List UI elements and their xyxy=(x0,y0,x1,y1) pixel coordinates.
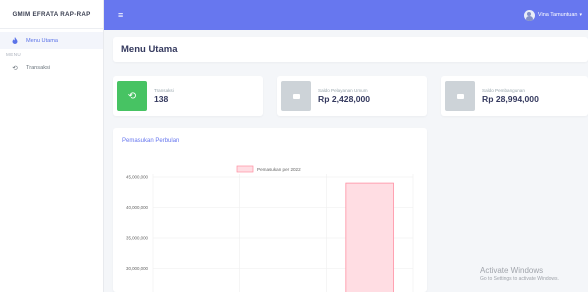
legend-swatch xyxy=(236,165,254,173)
stat-value: 138 xyxy=(154,94,169,104)
sidebar: GMIM EFRATA RAP-RAP Menu Utama MENU ⟲ Tr… xyxy=(0,0,104,292)
brand-name[interactable]: GMIM EFRATA RAP-RAP xyxy=(0,0,103,29)
avatar xyxy=(523,9,535,21)
page-title: Menu Utama xyxy=(121,44,178,55)
hamburger-icon[interactable]: ≡ xyxy=(118,10,123,20)
fire-icon xyxy=(10,37,20,44)
watermark-title: Activate Windows xyxy=(480,266,544,275)
sidebar-section-heading: MENU xyxy=(6,52,22,57)
page-header: Menu Utama xyxy=(113,37,588,62)
bar xyxy=(345,182,394,292)
history-icon: ⟲ xyxy=(117,81,147,111)
income-bar-chart: Pemasukan per 2022 45,000,000 40,000,000 35… xyxy=(126,165,414,292)
chart-card: Pemasukan Perbulan Pemasukan per 2022 45,… xyxy=(113,128,427,292)
stat-label: Saldo Pelayanan Umum xyxy=(318,88,368,93)
top-navbar: ≡ Vina Tamuntuan ▾ xyxy=(104,0,588,30)
activate-windows-watermark: Activate Windows Go to Settings to activ… xyxy=(480,266,559,282)
user-dropdown[interactable]: Vina Tamuntuan ▾ xyxy=(523,9,582,21)
sidebar-item-transaksi[interactable]: ⟲ Transaksi xyxy=(0,59,103,76)
stat-value: Rp 28,994,000 xyxy=(482,94,539,104)
y-tick-label: 30,000,000 xyxy=(126,266,149,271)
sidebar-item-menu-utama[interactable]: Menu Utama xyxy=(0,32,103,49)
watermark-subtitle: Go to Settings to activate Windows. xyxy=(480,276,559,282)
history-icon: ⟲ xyxy=(12,64,18,72)
sidebar-item-label: Menu Utama xyxy=(26,37,59,44)
stat-label: Saldo Pembangunan xyxy=(482,88,525,93)
sidebar-item-label: Transaksi xyxy=(26,64,51,71)
legend-label: Pemasukan per 2022 xyxy=(257,167,301,172)
y-tick-label: 35,000,000 xyxy=(126,236,149,241)
square-icon xyxy=(445,81,475,111)
stat-value: Rp 2,428,000 xyxy=(318,94,371,104)
stat-card-transaksi: ⟲ Transaksi 138 xyxy=(113,76,263,116)
stat-card-saldo-pelayanan-umum: Saldo Pelayanan Umum Rp 2,428,000 xyxy=(277,76,427,116)
y-tick-label: 45,000,000 xyxy=(126,175,149,180)
square-icon xyxy=(281,81,311,111)
stat-label: Transaksi xyxy=(154,88,174,93)
stat-card-saldo-pembangunan: Saldo Pembangunan Rp 28,994,000 xyxy=(441,76,588,116)
chevron-down-icon: ▾ xyxy=(579,12,582,18)
user-name: Vina Tamuntuan xyxy=(537,12,578,18)
y-tick-label: 40,000,000 xyxy=(126,205,149,210)
